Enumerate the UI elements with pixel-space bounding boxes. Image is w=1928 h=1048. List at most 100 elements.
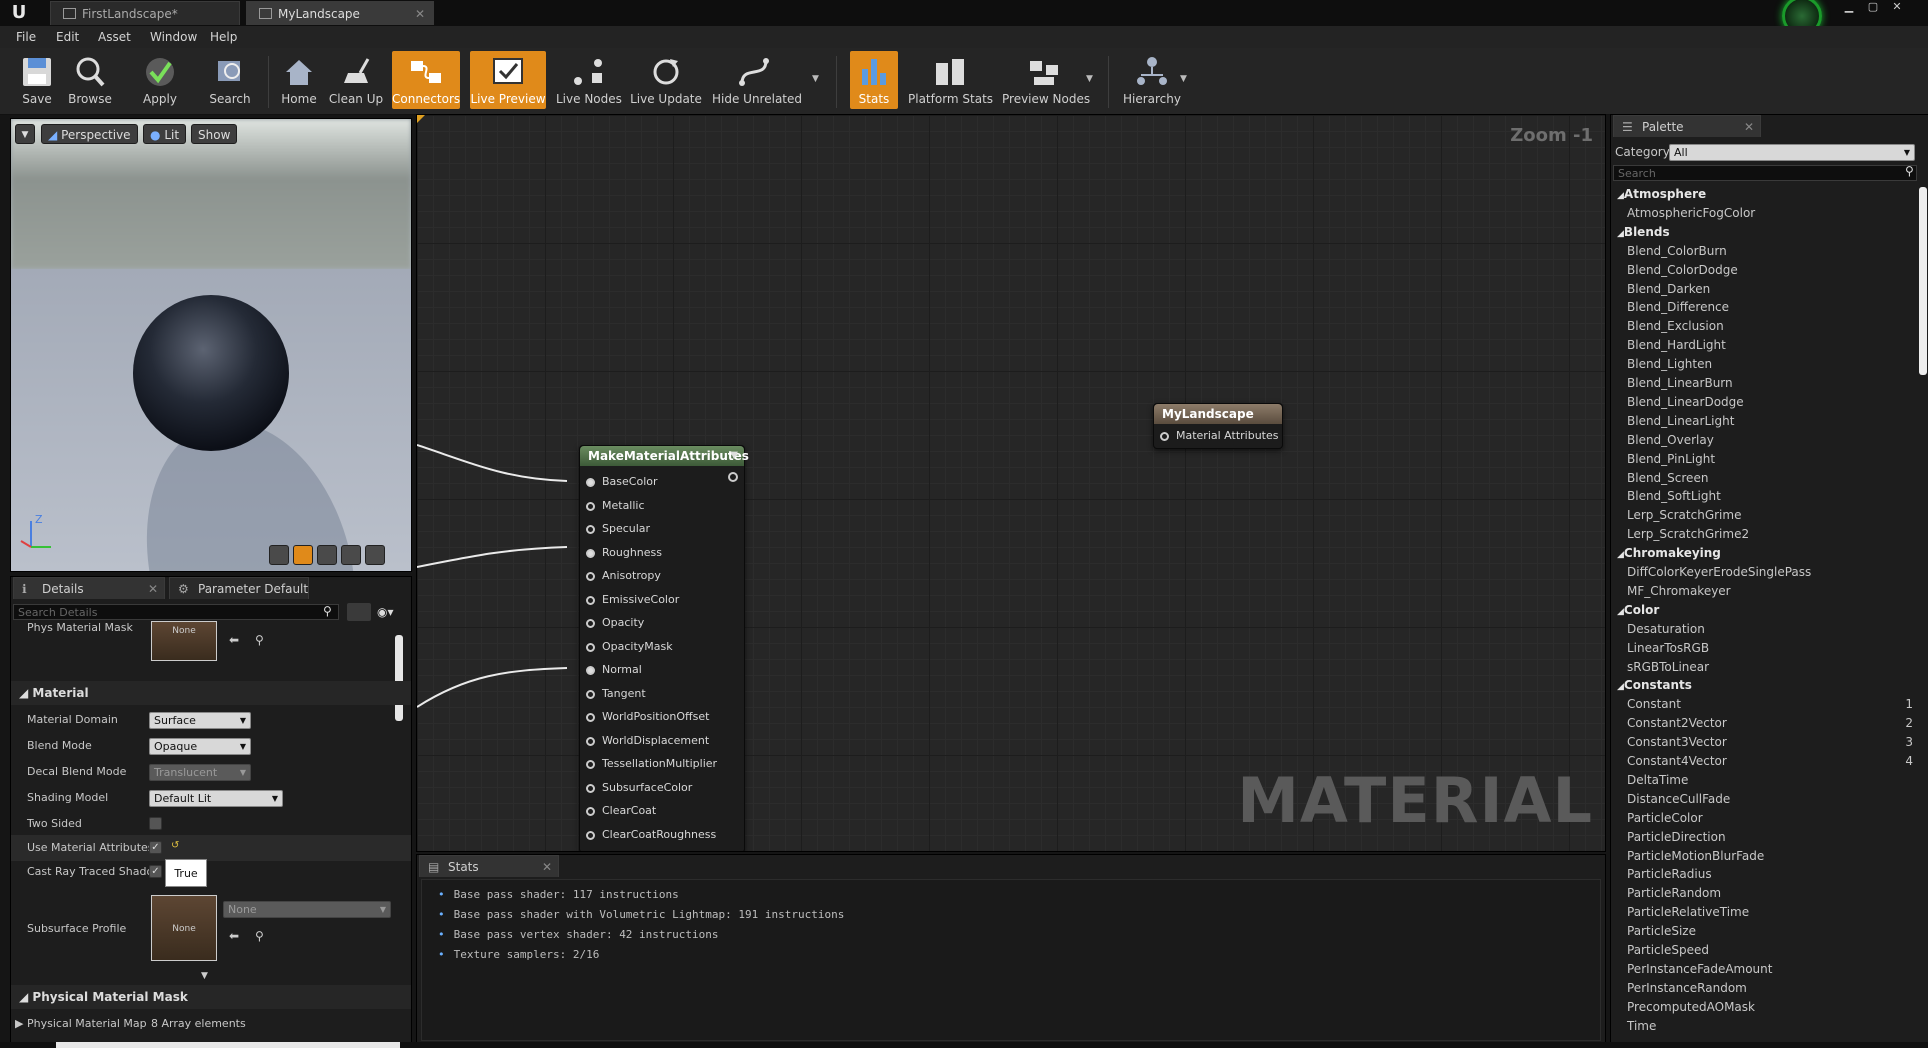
- palette-item[interactable]: sRGBToLinear: [1627, 660, 1709, 674]
- physical-material-mask-section-header[interactable]: ◢ Physical Material Mask: [11, 985, 411, 1009]
- stats-button[interactable]: Stats: [850, 51, 898, 109]
- preview-cylinder-button[interactable]: [269, 545, 289, 565]
- palette-item[interactable]: Blend_LinearDodge: [1627, 395, 1744, 409]
- palette-item[interactable]: Blend_Overlay: [1627, 433, 1714, 447]
- palette-item[interactable]: Blend_HardLight: [1627, 338, 1726, 352]
- minimize-window-icon[interactable]: ▁: [1838, 0, 1860, 14]
- palette-item[interactable]: Blend_Darken: [1627, 282, 1710, 296]
- palette-item[interactable]: Blend_ColorDodge: [1627, 263, 1738, 277]
- preview-sphere-button[interactable]: [293, 545, 313, 565]
- palette-item[interactable]: DistanceCullFade: [1627, 792, 1730, 806]
- palette-item[interactable]: ParticleSize: [1627, 924, 1696, 938]
- palette-item[interactable]: Constant3Vector: [1627, 735, 1727, 749]
- node-header[interactable]: MakeMaterialAttributes ▼: [580, 446, 749, 466]
- input-pin[interactable]: [586, 478, 595, 487]
- make-material-attributes-node[interactable]: MakeMaterialAttributes ▼ BaseColor Metall…: [579, 445, 749, 851]
- menu-asset[interactable]: Asset: [98, 26, 131, 48]
- menu-help[interactable]: Help: [210, 26, 237, 48]
- details-search-input[interactable]: Search Details: [13, 604, 339, 620]
- input-pin[interactable]: [586, 760, 595, 769]
- node-header[interactable]: MyLandscape: [1154, 404, 1282, 424]
- input-pin[interactable]: [586, 830, 595, 840]
- expand-advanced-icon[interactable]: ▼: [201, 971, 208, 981]
- palette-item[interactable]: Blend_Lighten: [1627, 357, 1712, 371]
- palette-item[interactable]: ParticleColor: [1627, 811, 1703, 825]
- palette-item[interactable]: MF_Chromakeyer: [1627, 584, 1731, 598]
- palette-item[interactable]: Blend_ColorBurn: [1627, 244, 1727, 258]
- apply-button[interactable]: Apply: [136, 51, 184, 109]
- subsurface-profile-thumbnail[interactable]: None: [151, 895, 217, 961]
- palette-item[interactable]: LinearTosRGB: [1627, 641, 1709, 655]
- property-matrix-icon[interactable]: [347, 603, 371, 621]
- expand-arrow-icon[interactable]: ◢: [1617, 191, 1624, 201]
- close-tab-icon[interactable]: ✕: [1744, 116, 1754, 138]
- tab-details[interactable]: ℹ Details ✕: [13, 577, 165, 599]
- palette-item[interactable]: ParticleMotionBlurFade: [1627, 849, 1764, 863]
- palette-item[interactable]: Blend_Exclusion: [1627, 319, 1724, 333]
- expand-arrow-icon[interactable]: ▶: [15, 1011, 23, 1037]
- use-selected-arrow-icon[interactable]: ⬅: [229, 929, 239, 943]
- menu-window[interactable]: Window: [150, 26, 197, 48]
- input-pin[interactable]: [586, 807, 595, 816]
- palette-item[interactable]: ParticleRadius: [1627, 867, 1712, 881]
- palette-item[interactable]: PerInstanceFadeAmount: [1627, 962, 1772, 976]
- palette-search-input[interactable]: Search: [1613, 165, 1917, 181]
- palette-scrollbar[interactable]: [1919, 187, 1927, 375]
- reset-to-default-icon[interactable]: ↺: [171, 840, 179, 851]
- expand-arrow-icon[interactable]: ◢: [1617, 229, 1624, 239]
- bottom-scroll-thumb[interactable]: [56, 1042, 400, 1048]
- palette-item[interactable]: Time: [1627, 1019, 1656, 1033]
- close-tab-icon[interactable]: ✕: [415, 2, 425, 26]
- palette-category[interactable]: ◢Constants: [1617, 678, 1692, 692]
- show-button[interactable]: Show: [191, 124, 238, 144]
- tab-palette[interactable]: ☰ Palette ✕: [1613, 115, 1761, 137]
- palette-item[interactable]: AtmosphericFogColor: [1627, 206, 1755, 220]
- hierarchy-dropdown-icon[interactable]: ▼: [1180, 74, 1190, 84]
- palette-item[interactable]: Lerp_ScratchGrime2: [1627, 527, 1749, 541]
- browse-button[interactable]: Browse: [62, 51, 118, 109]
- close-tab-icon[interactable]: ✕: [148, 578, 158, 600]
- browse-asset-icon[interactable]: ⚲: [255, 633, 264, 647]
- menu-edit[interactable]: Edit: [56, 26, 79, 48]
- preview-nodes-dropdown-icon[interactable]: ▼: [1086, 74, 1096, 84]
- palette-item[interactable]: Lerp_ScratchGrime: [1627, 508, 1741, 522]
- close-tab-icon[interactable]: ✕: [542, 856, 552, 878]
- palette-category[interactable]: ◢Chromakeying: [1617, 546, 1721, 560]
- input-pin[interactable]: [586, 525, 595, 534]
- palette-item[interactable]: Blend_LinearBurn: [1627, 376, 1733, 390]
- shading-model-dropdown[interactable]: Default Lit: [149, 790, 283, 807]
- save-button[interactable]: Save: [14, 51, 60, 109]
- material-preview-viewport[interactable]: ▼ ◢ Perspective ● Lit Show Z: [10, 118, 412, 572]
- palette-item[interactable]: Blend_LinearLight: [1627, 414, 1734, 428]
- palette-item[interactable]: Blend_SoftLight: [1627, 489, 1721, 503]
- unreal-logo-icon[interactable]: U: [8, 2, 30, 24]
- preview-nodes-button[interactable]: Preview Nodes: [1002, 51, 1090, 109]
- clean-up-button[interactable]: Clean Up: [328, 51, 384, 109]
- palette-item[interactable]: PrecomputedAOMask: [1627, 1000, 1755, 1014]
- tab-parameter-defaults[interactable]: ⚙ Parameter Defaults: [169, 577, 309, 599]
- input-pin[interactable]: [586, 595, 595, 605]
- menu-file[interactable]: File: [16, 26, 36, 48]
- home-button[interactable]: Home: [278, 51, 320, 109]
- palette-item[interactable]: Constant4Vector: [1627, 754, 1727, 768]
- palette-item[interactable]: ParticleSpeed: [1627, 943, 1709, 957]
- category-dropdown[interactable]: All: [1669, 144, 1915, 161]
- phys-material-mask-thumbnail[interactable]: None: [151, 621, 217, 661]
- input-pin[interactable]: [586, 619, 595, 628]
- perspective-button[interactable]: ◢ Perspective: [41, 124, 138, 144]
- viewport-options-dropdown-icon[interactable]: ▼: [15, 124, 35, 144]
- blend-mode-dropdown[interactable]: Opaque: [149, 738, 251, 755]
- search-button[interactable]: Search: [204, 51, 256, 109]
- expand-arrow-icon[interactable]: ◢: [1617, 682, 1624, 692]
- cast-ray-traced-shadows-checkbox[interactable]: ✓: [149, 865, 162, 878]
- tab-stats[interactable]: ▤ Stats ✕: [419, 855, 559, 877]
- palette-category[interactable]: ◢Blends: [1617, 225, 1670, 239]
- expand-arrow-icon[interactable]: ◢: [1617, 607, 1624, 617]
- platform-stats-button[interactable]: Platform Stats: [908, 51, 993, 109]
- input-pin[interactable]: [586, 501, 595, 511]
- palette-category[interactable]: ◢Atmosphere: [1617, 187, 1706, 201]
- input-pin[interactable]: [586, 689, 595, 699]
- preview-mesh-button[interactable]: [365, 545, 385, 565]
- material-result-node[interactable]: MyLandscape Material Attributes: [1153, 403, 1283, 449]
- input-pin[interactable]: [586, 666, 595, 675]
